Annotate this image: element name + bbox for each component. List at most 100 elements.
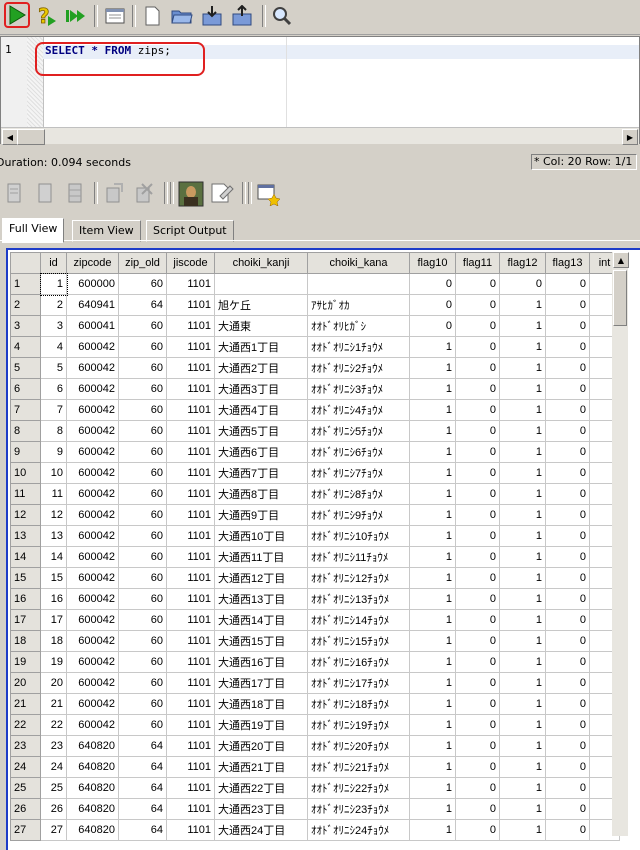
cell-flag11[interactable]: 0 <box>455 651 500 673</box>
column-header-flag13[interactable]: flag13 <box>545 252 590 274</box>
row-number[interactable]: 15 <box>10 567 41 589</box>
column-header-zipcode[interactable]: zipcode <box>66 252 119 274</box>
cell-choiki_kana[interactable]: ｵｵﾄﾞｵﾘﾆｼ4ﾁｮｳﾒ <box>307 399 410 421</box>
cell-flag12[interactable]: 1 <box>499 651 546 673</box>
cell-choiki_kana[interactable]: ｵｵﾄﾞｵﾘﾆｼ20ﾁｮｳﾒ <box>307 735 410 757</box>
cell-choiki_kanji[interactable]: 大通西1丁目 <box>214 336 308 358</box>
image-view-icon[interactable] <box>178 181 204 207</box>
grid-vertical-scrollbar[interactable]: ▲ <box>612 252 629 836</box>
row-number[interactable]: 23 <box>10 735 41 757</box>
cell-jiscode[interactable]: 1101 <box>166 399 215 421</box>
cell-choiki_kana[interactable]: ｵｵﾄﾞｵﾘﾆｼ13ﾁｮｳﾒ <box>307 588 410 610</box>
cell-zipcode[interactable]: 600042 <box>66 693 119 715</box>
cell-jiscode[interactable]: 1101 <box>166 798 215 820</box>
cell-zipcode[interactable]: 600042 <box>66 588 119 610</box>
cell-zip_old[interactable]: 64 <box>118 294 167 316</box>
cell-jiscode[interactable]: 1101 <box>166 756 215 778</box>
cell-choiki_kanji[interactable]: 大通西12丁目 <box>214 567 308 589</box>
row-number[interactable]: 3 <box>10 315 41 337</box>
cell-flag13[interactable]: 0 <box>545 525 590 547</box>
tab-script-output[interactable]: Script Output <box>146 220 234 242</box>
cell-choiki_kana[interactable]: ｵｵﾄﾞｵﾘﾆｼ16ﾁｮｳﾒ <box>307 651 410 673</box>
table-row[interactable]: 1 1 600000 60 1101 0 0 0 0 <box>10 272 620 296</box>
row-number[interactable]: 16 <box>10 588 41 610</box>
cell-flag11[interactable]: 0 <box>455 588 500 610</box>
table-row[interactable]: 15 15 600042 60 1101 大通西12丁目 ｵｵﾄﾞｵﾘﾆｼ12ﾁｮｳﾒ 1 0 1… <box>10 567 620 589</box>
cell-zip_old[interactable]: 60 <box>118 504 167 526</box>
cell-jiscode[interactable]: 1101 <box>166 315 215 337</box>
table-row[interactable]: 14 14 600042 60 1101 大通西11丁目 ｵｵﾄﾞｵﾘﾆｼ11ﾁｮｳﾒ 1 0 1… <box>10 546 620 568</box>
cell-zipcode[interactable]: 640820 <box>66 798 119 820</box>
cell-id[interactable]: 18 <box>40 630 67 652</box>
cell-choiki_kanji[interactable]: 大通西16丁目 <box>214 651 308 673</box>
cell-id[interactable]: 25 <box>40 777 67 799</box>
cell-id[interactable]: 10 <box>40 462 67 484</box>
cell-zipcode[interactable]: 600042 <box>66 567 119 589</box>
cell-zip_old[interactable]: 60 <box>118 651 167 673</box>
cell-flag13[interactable]: 0 <box>545 294 590 316</box>
cell-flag12[interactable]: 1 <box>499 525 546 547</box>
cell-jiscode[interactable]: 1101 <box>166 630 215 652</box>
cell-zip_old[interactable]: 60 <box>118 546 167 568</box>
cell-choiki_kana[interactable] <box>307 273 410 295</box>
cell-flag10[interactable]: 1 <box>409 714 456 736</box>
cell-flag12[interactable]: 1 <box>499 315 546 337</box>
table-row[interactable]: 26 26 640820 64 1101 大通西23丁目 ｵｵﾄﾞｵﾘﾆｼ23ﾁｮｳﾒ 1 0 1… <box>10 798 620 820</box>
cell-flag12[interactable]: 1 <box>499 462 546 484</box>
cell-zipcode[interactable]: 640820 <box>66 819 119 841</box>
cell-flag10[interactable]: 1 <box>409 357 456 379</box>
rollback-icon[interactable] <box>134 182 156 204</box>
cell-zip_old[interactable]: 64 <box>118 756 167 778</box>
execute-all-button[interactable] <box>64 4 88 28</box>
cell-id[interactable]: 5 <box>40 357 67 379</box>
cell-zipcode[interactable]: 600042 <box>66 504 119 526</box>
cell-choiki_kana[interactable]: ｵｵﾄﾞｵﾘﾆｼ11ﾁｮｳﾒ <box>307 546 410 568</box>
row-number[interactable]: 27 <box>10 819 41 841</box>
cell-flag11[interactable]: 0 <box>455 483 500 505</box>
cell-choiki_kana[interactable]: ｵｵﾄﾞｵﾘﾆｼ8ﾁｮｳﾒ <box>307 483 410 505</box>
scroll-right-button[interactable]: ▶ <box>622 129 638 145</box>
cell-id[interactable]: 4 <box>40 336 67 358</box>
cell-flag13[interactable]: 0 <box>545 273 590 295</box>
cell-zip_old[interactable]: 60 <box>118 336 167 358</box>
cell-zip_old[interactable]: 60 <box>118 420 167 442</box>
cell-jiscode[interactable]: 1101 <box>166 273 215 295</box>
cell-choiki_kana[interactable]: ｵｵﾄﾞｵﾘﾆｼ18ﾁｮｳﾒ <box>307 693 410 715</box>
table-row[interactable]: 20 20 600042 60 1101 大通西17丁目 ｵｵﾄﾞｵﾘﾆｼ17ﾁｮｳﾒ 1 0 1… <box>10 672 620 694</box>
cell-flag11[interactable]: 0 <box>455 672 500 694</box>
cell-choiki_kana[interactable]: ｵｵﾄﾞｵﾘﾆｼ19ﾁｮｳﾒ <box>307 714 410 736</box>
row-number[interactable]: 1 <box>10 273 41 295</box>
table-row[interactable]: 10 10 600042 60 1101 大通西7丁目 ｵｵﾄﾞｵﾘﾆｼ7ﾁｮｳﾒ 1 0 1 0 <box>10 462 620 484</box>
cell-jiscode[interactable]: 1101 <box>166 336 215 358</box>
cell-choiki_kanji[interactable]: 大通西15丁目 <box>214 630 308 652</box>
new-button[interactable] <box>140 4 164 28</box>
cell-zip_old[interactable]: 60 <box>118 630 167 652</box>
cell-flag11[interactable]: 0 <box>455 567 500 589</box>
cell-flag10[interactable]: 1 <box>409 567 456 589</box>
cell-flag12[interactable]: 1 <box>499 693 546 715</box>
cell-flag12[interactable]: 1 <box>499 441 546 463</box>
cell-choiki_kana[interactable]: ｵｵﾄﾞｵﾘﾆｼ15ﾁｮｳﾒ <box>307 630 410 652</box>
table-row[interactable]: 24 24 640820 64 1101 大通西21丁目 ｵｵﾄﾞｵﾘﾆｼ21ﾁｮｳﾒ 1 0 1… <box>10 756 620 778</box>
row-number[interactable]: 19 <box>10 651 41 673</box>
cell-flag13[interactable]: 0 <box>545 336 590 358</box>
cell-zipcode[interactable]: 640820 <box>66 777 119 799</box>
cell-id[interactable]: 16 <box>40 588 67 610</box>
table-row[interactable]: 11 11 600042 60 1101 大通西8丁目 ｵｵﾄﾞｵﾘﾆｼ8ﾁｮｳﾒ 1 0 1 0 <box>10 483 620 505</box>
cell-flag11[interactable]: 0 <box>455 798 500 820</box>
row-number[interactable]: 5 <box>10 357 41 379</box>
cell-choiki_kanji[interactable]: 大通西8丁目 <box>214 483 308 505</box>
cell-id[interactable]: 22 <box>40 714 67 736</box>
cell-choiki_kanji[interactable]: 大通西11丁目 <box>214 546 308 568</box>
cell-zipcode[interactable]: 600042 <box>66 630 119 652</box>
cell-flag12[interactable]: 1 <box>499 609 546 631</box>
load-button[interactable] <box>200 4 224 28</box>
cell-id[interactable]: 19 <box>40 651 67 673</box>
row-number[interactable]: 7 <box>10 399 41 421</box>
edit-icon[interactable] <box>210 182 234 204</box>
window-button[interactable] <box>103 4 127 28</box>
grid-corner[interactable] <box>10 252 41 274</box>
cell-choiki_kana[interactable]: ｵｵﾄﾞｵﾘﾋｶﾞｼ <box>307 315 410 337</box>
cell-flag11[interactable]: 0 <box>455 546 500 568</box>
row-number[interactable]: 14 <box>10 546 41 568</box>
